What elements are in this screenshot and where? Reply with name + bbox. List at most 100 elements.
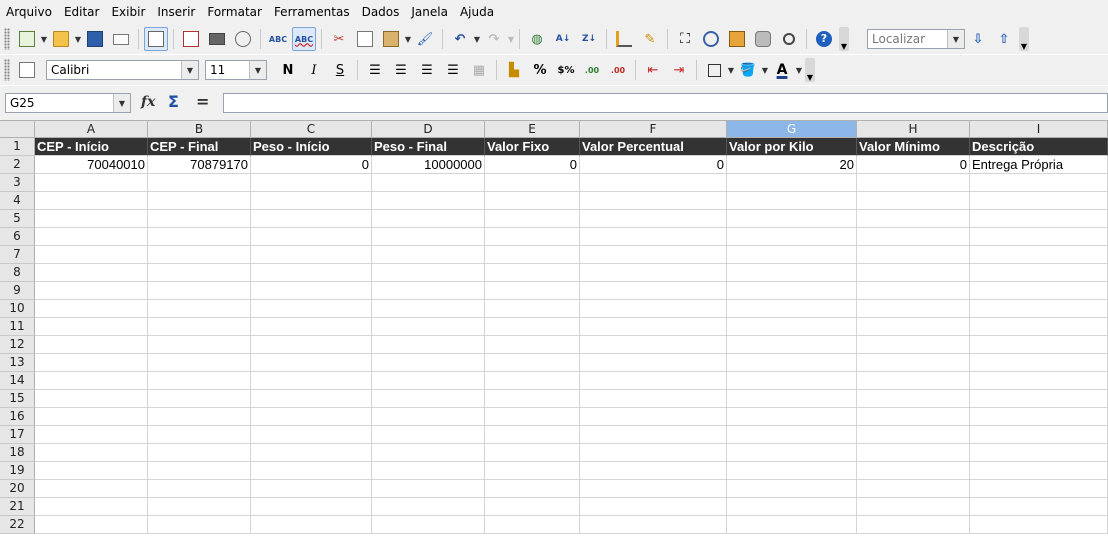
cell-c20[interactable] [251,480,372,498]
cell-b20[interactable] [148,480,251,498]
redo-icon[interactable]: ↷ [482,27,506,51]
row-header-12[interactable]: 12 [0,336,35,354]
underline-icon[interactable]: S [328,58,352,82]
cell-h12[interactable] [857,336,970,354]
justify-icon[interactable]: ☰ [441,58,465,82]
cell-b18[interactable] [148,444,251,462]
export-pdf-icon[interactable] [179,27,203,51]
zoom-icon[interactable] [777,27,801,51]
row-header-1[interactable]: 1 [0,138,35,156]
row-header-3[interactable]: 3 [0,174,35,192]
cell-g19[interactable] [727,462,857,480]
cell-h6[interactable] [857,228,970,246]
name-box[interactable]: G25 ▼ [5,93,131,113]
cell-h20[interactable] [857,480,970,498]
cell-e14[interactable] [485,372,580,390]
cell-g14[interactable] [727,372,857,390]
cell-c5[interactable] [251,210,372,228]
cell-a18[interactable] [35,444,148,462]
cell-h1[interactable]: Valor Mínimo [857,138,970,156]
menu-inserir[interactable]: Inserir [151,0,201,24]
row-header-4[interactable]: 4 [0,192,35,210]
cell-b12[interactable] [148,336,251,354]
cell-h19[interactable] [857,462,970,480]
cell-e9[interactable] [485,282,580,300]
new-dropdown-icon[interactable]: ▼ [40,35,48,44]
cell-h13[interactable] [857,354,970,372]
cell-c8[interactable] [251,264,372,282]
cell-d19[interactable] [372,462,485,480]
cell-i7[interactable] [970,246,1108,264]
cell-e11[interactable] [485,318,580,336]
cell-h15[interactable] [857,390,970,408]
row-header-15[interactable]: 15 [0,390,35,408]
cell-e7[interactable] [485,246,580,264]
cell-f1[interactable]: Valor Percentual [580,138,727,156]
menu-dados[interactable]: Dados [356,0,406,24]
cell-h11[interactable] [857,318,970,336]
gallery-icon[interactable] [725,27,749,51]
row-header-22[interactable]: 22 [0,516,35,534]
data-sources-icon[interactable] [751,27,775,51]
cell-h2[interactable]: 0 [857,156,970,174]
edit-mode-icon[interactable] [144,27,168,51]
cell-c6[interactable] [251,228,372,246]
cell-e13[interactable] [485,354,580,372]
toolbar-grip[interactable] [4,59,10,81]
cell-c11[interactable] [251,318,372,336]
cell-b11[interactable] [148,318,251,336]
cell-a9[interactable] [35,282,148,300]
cell-a10[interactable] [35,300,148,318]
cell-i14[interactable] [970,372,1108,390]
cell-h14[interactable] [857,372,970,390]
cell-f18[interactable] [580,444,727,462]
cell-f14[interactable] [580,372,727,390]
cell-a11[interactable] [35,318,148,336]
cell-h8[interactable] [857,264,970,282]
cell-f2[interactable]: 0 [580,156,727,174]
cell-d10[interactable] [372,300,485,318]
hyperlink-icon[interactable]: ◍ [525,27,549,51]
undo-icon[interactable]: ↶ [448,27,472,51]
cell-c10[interactable] [251,300,372,318]
cell-g22[interactable] [727,516,857,534]
cell-c19[interactable] [251,462,372,480]
cell-i6[interactable] [970,228,1108,246]
cell-b19[interactable] [148,462,251,480]
cell-e22[interactable] [485,516,580,534]
column-header-a[interactable]: A [35,121,148,138]
cell-d4[interactable] [372,192,485,210]
cell-g5[interactable] [727,210,857,228]
cell-i15[interactable] [970,390,1108,408]
row-header-6[interactable]: 6 [0,228,35,246]
email-icon[interactable] [109,27,133,51]
cell-a12[interactable] [35,336,148,354]
cell-e1[interactable]: Valor Fixo [485,138,580,156]
format-toolbar-overflow-button[interactable]: ▼ [805,58,815,82]
cell-e18[interactable] [485,444,580,462]
cell-d21[interactable] [372,498,485,516]
cell-i2[interactable]: Entrega Própria [970,156,1108,174]
cell-g12[interactable] [727,336,857,354]
cell-d2[interactable]: 10000000 [372,156,485,174]
percent-format-icon[interactable]: % [528,58,552,82]
cell-c21[interactable] [251,498,372,516]
cell-b10[interactable] [148,300,251,318]
cell-b5[interactable] [148,210,251,228]
toolbar-grip[interactable] [4,28,10,50]
merge-cells-icon[interactable]: ▦ [467,58,491,82]
row-header-7[interactable]: 7 [0,246,35,264]
cell-e2[interactable]: 0 [485,156,580,174]
cell-f21[interactable] [580,498,727,516]
row-header-9[interactable]: 9 [0,282,35,300]
background-color-icon[interactable]: 🪣 [736,58,760,82]
cell-h18[interactable] [857,444,970,462]
cell-i19[interactable] [970,462,1108,480]
align-right-icon[interactable]: ☰ [415,58,439,82]
cell-h21[interactable] [857,498,970,516]
row-header-21[interactable]: 21 [0,498,35,516]
cell-i18[interactable] [970,444,1108,462]
cell-e5[interactable] [485,210,580,228]
cell-i16[interactable] [970,408,1108,426]
help-icon[interactable]: ? [812,27,836,51]
